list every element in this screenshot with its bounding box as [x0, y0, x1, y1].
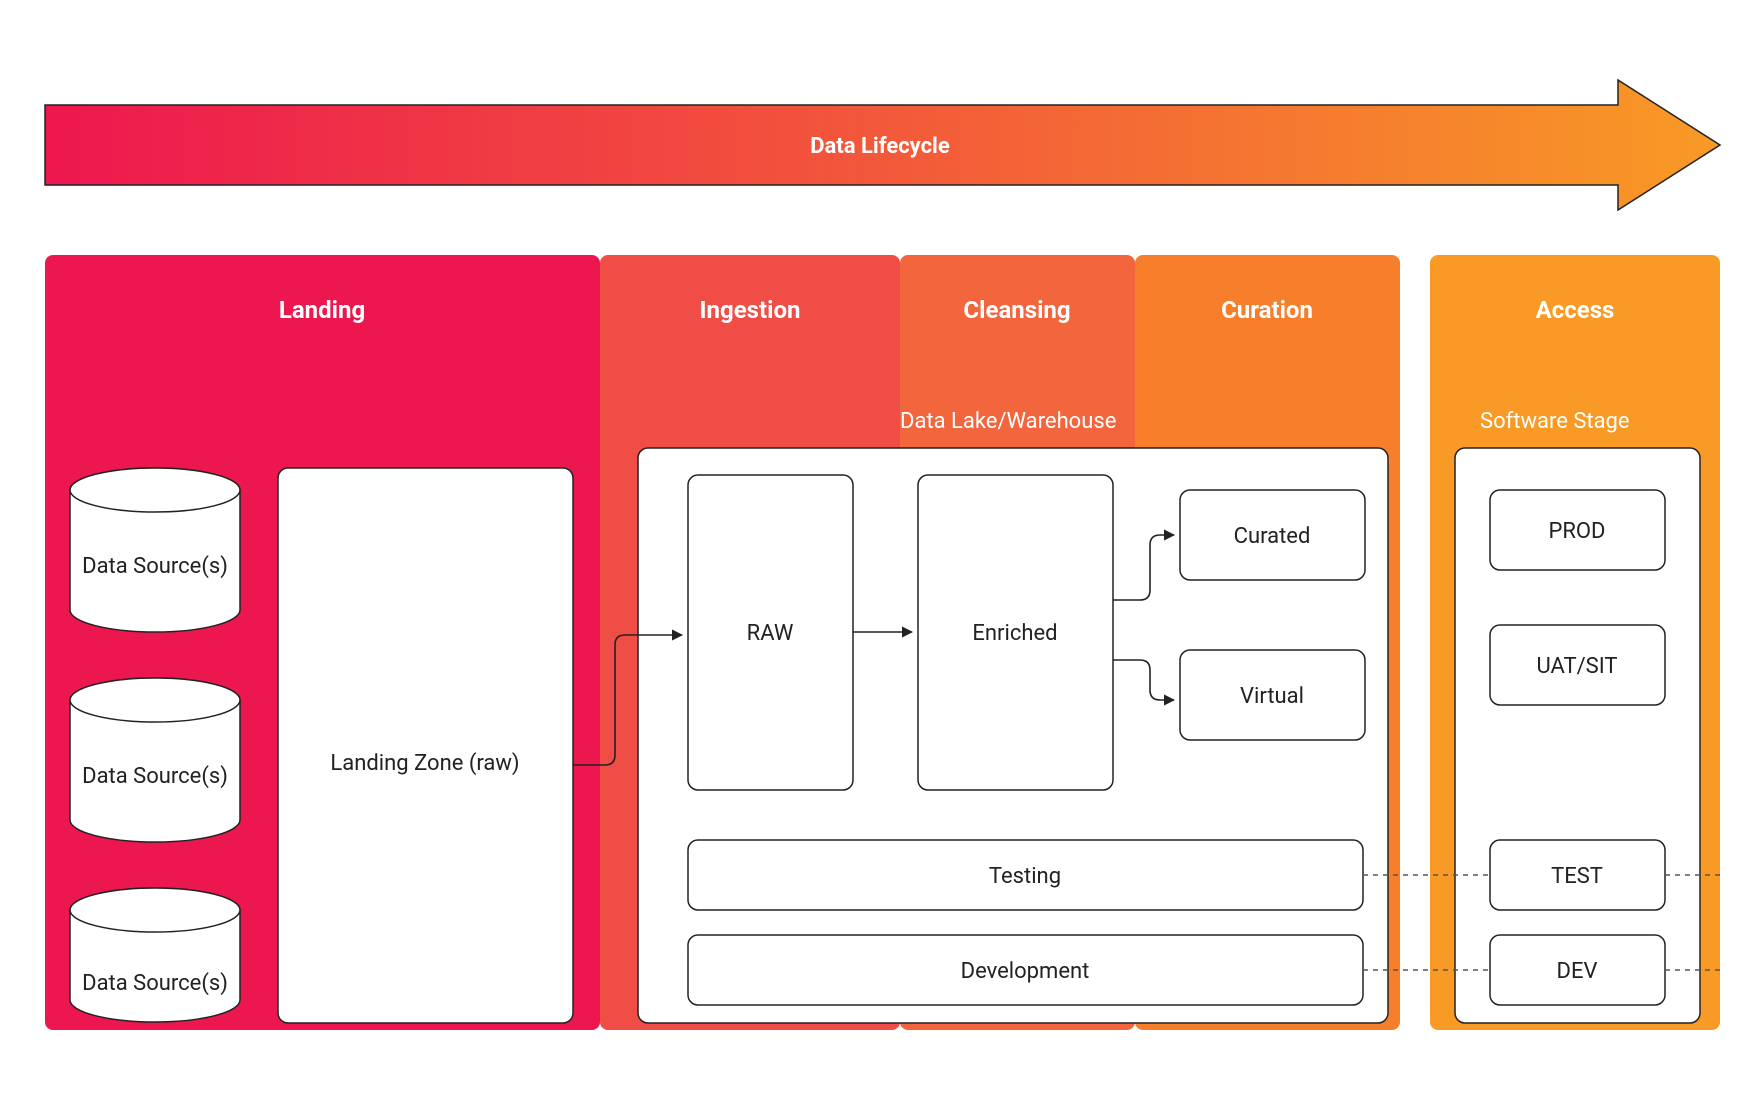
- stage-ingestion-title: Ingestion: [700, 296, 801, 324]
- lake-enriched-label: Enriched: [972, 621, 1057, 646]
- data-source-1: Data Source(s): [70, 468, 240, 632]
- data-source-1-label: Data Source(s): [82, 554, 228, 579]
- lake-group-label: Data Lake/Warehouse: [900, 409, 1116, 434]
- data-source-3: Data Source(s): [70, 888, 240, 1022]
- diagram-svg: Data Lifecycle Landing Ingestion Cleansi…: [0, 0, 1760, 1105]
- stage-cleansing-title: Cleansing: [963, 296, 1070, 324]
- lake-curated-label: Curated: [1234, 524, 1311, 549]
- software-group-label: Software Stage: [1480, 409, 1630, 434]
- landing-zone-label: Landing Zone (raw): [330, 751, 519, 776]
- data-source-3-label: Data Source(s): [82, 971, 228, 996]
- software-test-label: TEST: [1551, 864, 1603, 889]
- lifecycle-title: Data Lifecycle: [810, 134, 950, 159]
- lake-development-label: Development: [961, 959, 1090, 984]
- software-uat-label: UAT/SIT: [1536, 654, 1617, 679]
- lake-testing-label: Testing: [989, 864, 1061, 889]
- data-source-2-label: Data Source(s): [82, 764, 228, 789]
- landing-zone: [278, 468, 573, 1023]
- stage-landing-title: Landing: [279, 296, 365, 324]
- diagram-root: Data Lifecycle Landing Ingestion Cleansi…: [0, 0, 1760, 1105]
- software-dev-label: DEV: [1557, 959, 1598, 984]
- lifecycle-arrow: Data Lifecycle: [45, 80, 1720, 210]
- lake-virtual-label: Virtual: [1240, 684, 1304, 709]
- stage-access-title: Access: [1536, 296, 1615, 324]
- stage-curation-title: Curation: [1221, 296, 1313, 324]
- lake-raw-label: RAW: [747, 621, 794, 646]
- software-prod-label: PROD: [1548, 519, 1605, 544]
- data-source-2: Data Source(s): [70, 678, 240, 842]
